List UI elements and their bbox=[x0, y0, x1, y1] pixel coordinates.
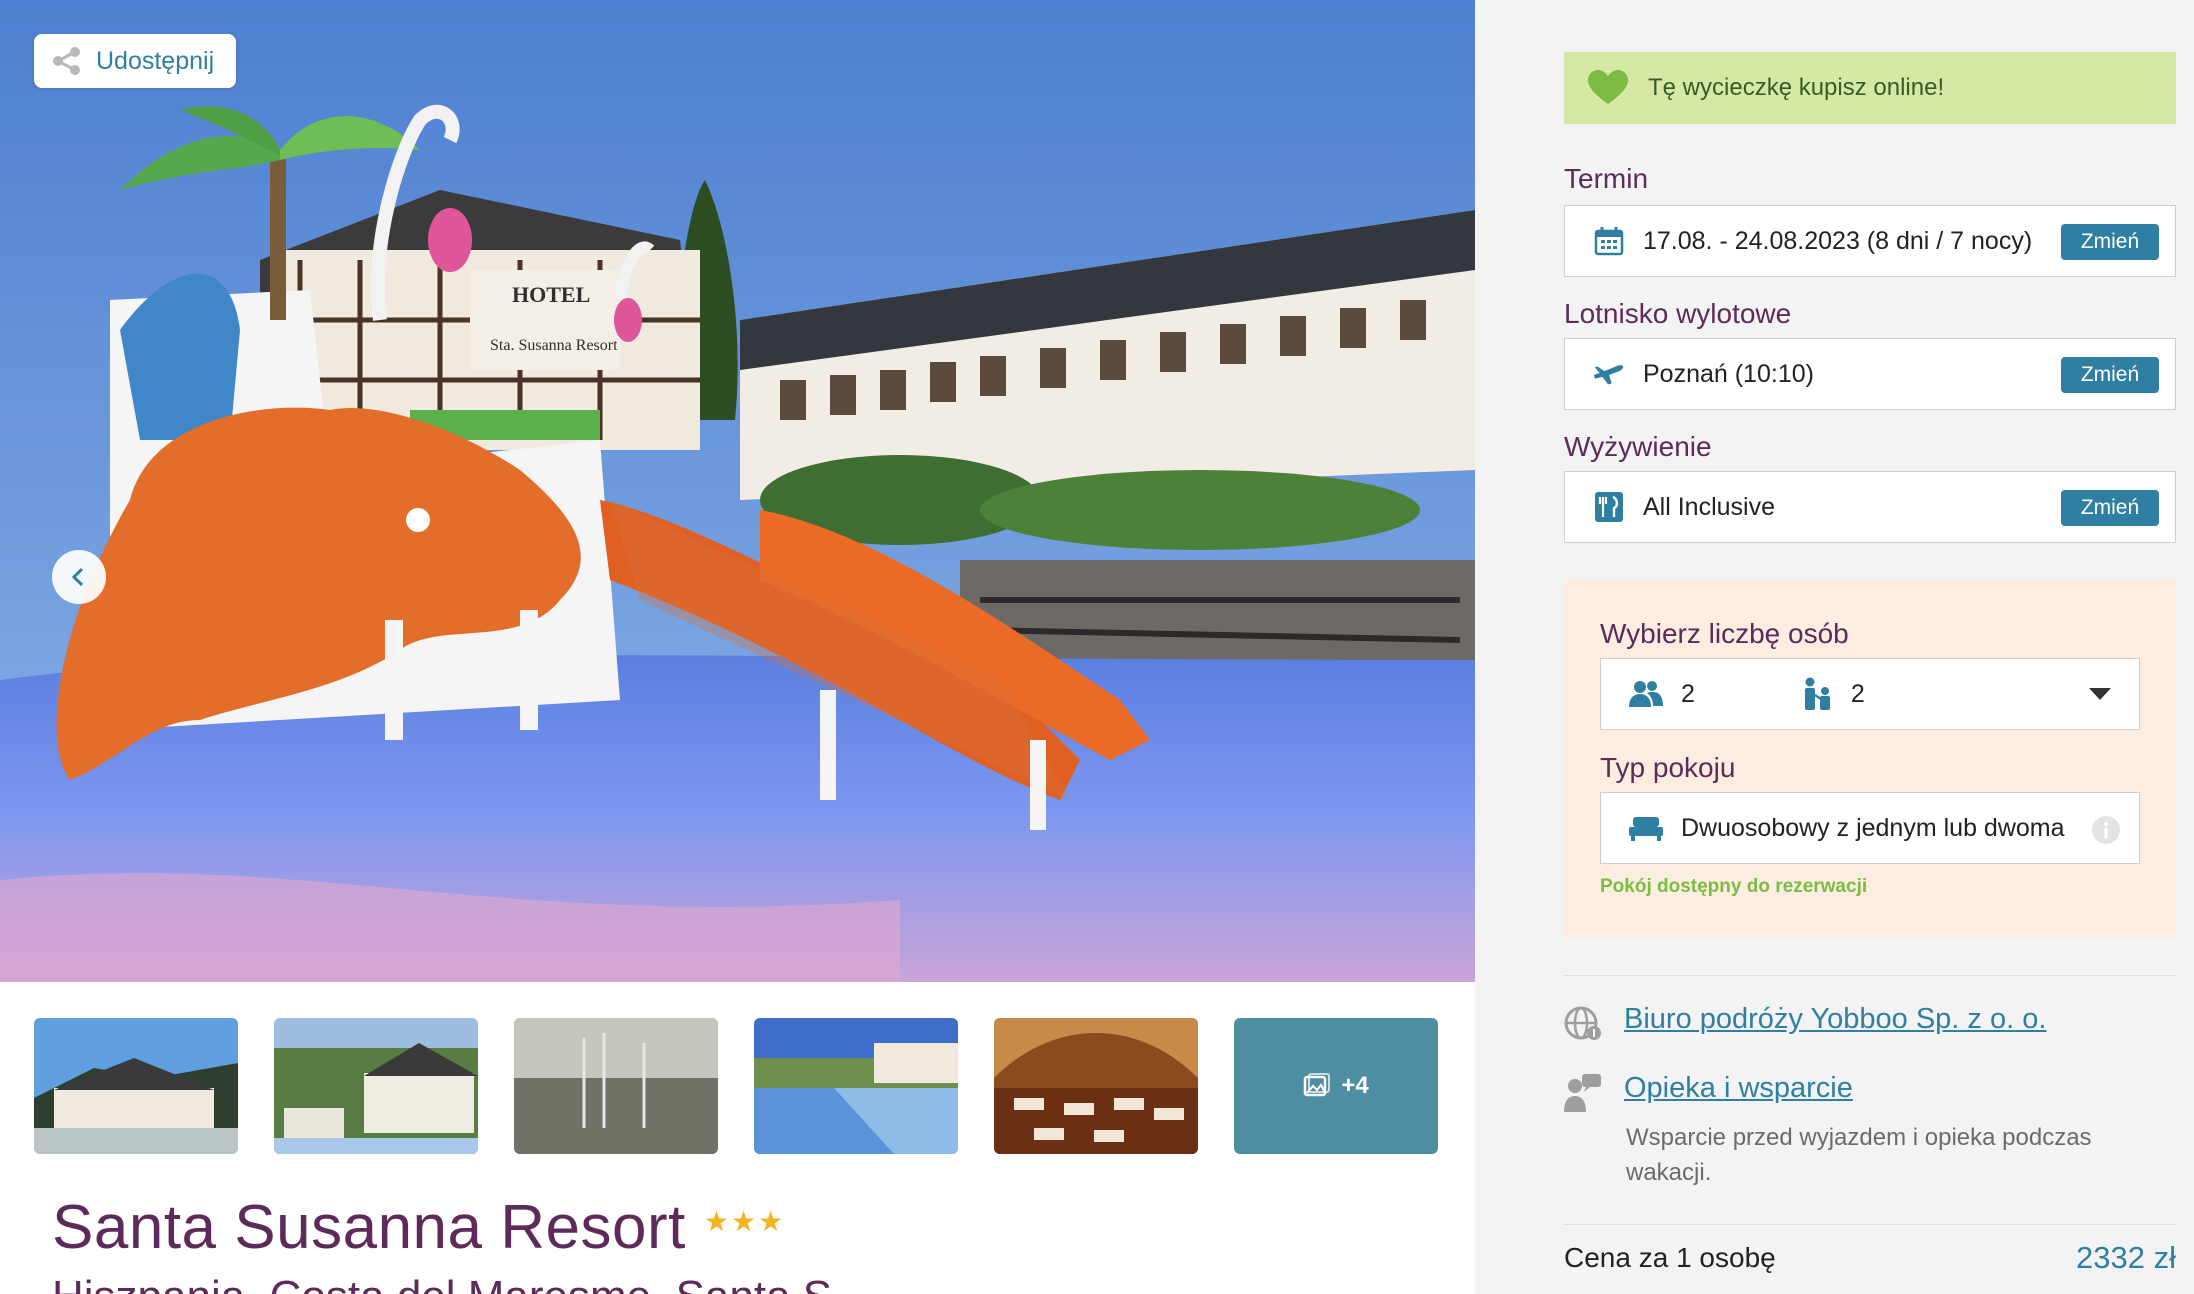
price-value: 2332 zł bbox=[2076, 1240, 2176, 1275]
board-value: All Inclusive bbox=[1643, 492, 1775, 521]
more-photos-count: +4 bbox=[1341, 1072, 1369, 1099]
divider bbox=[1564, 975, 2176, 976]
support-row: Opieka i wsparcie bbox=[1564, 1072, 1853, 1112]
share-button[interactable]: Udostępnij bbox=[34, 34, 236, 88]
adults-icon bbox=[1629, 680, 1663, 708]
more-photos-button[interactable]: +4 bbox=[1234, 1018, 1438, 1154]
hotel-location[interactable]: Hiszpania, Costa del Maresme, Santa S... bbox=[52, 1272, 869, 1294]
hotel-content: HOTEL Sta. Susanna Resort Udostępnij +4 … bbox=[0, 0, 1475, 1294]
support-description: Wsparcie przed wyjazdem i opieka podczas… bbox=[1626, 1124, 2092, 1186]
globe-icon bbox=[1564, 1006, 1601, 1040]
support-link[interactable]: Opieka i wsparcie bbox=[1624, 1072, 1853, 1105]
hotel-sign: HOTEL bbox=[512, 282, 590, 307]
thumbnail-3[interactable] bbox=[514, 1018, 718, 1154]
thumbnail-4[interactable] bbox=[754, 1018, 958, 1154]
divider bbox=[1564, 1224, 2176, 1225]
adults-count: 2 bbox=[1681, 679, 1695, 708]
photo-thumbnails: +4 bbox=[34, 1018, 1438, 1154]
cutlery-icon bbox=[1593, 491, 1625, 523]
online-banner-text: Tę wycieczkę kupisz online! bbox=[1648, 74, 1945, 101]
term-field[interactable]: 17.08. - 24.08.2023 (8 dni / 7 nocy) Zmi… bbox=[1564, 205, 2176, 277]
calendar-icon bbox=[1593, 226, 1625, 256]
room-type-label: Typ pokoju bbox=[1600, 752, 1736, 783]
gallery-icon bbox=[1304, 1073, 1331, 1097]
support-icon bbox=[1564, 1074, 1601, 1112]
thumbnail-2[interactable] bbox=[274, 1018, 478, 1154]
change-board-button[interactable]: Zmień bbox=[2061, 490, 2159, 526]
hero-image: HOTEL Sta. Susanna Resort bbox=[0, 0, 1475, 982]
thumbnail-image bbox=[274, 1018, 478, 1154]
term-label: Termin bbox=[1564, 163, 1649, 194]
persons-room-panel: Wybierz liczbę osób 2 2 Typ pokoju Dwuos… bbox=[1564, 580, 2176, 938]
room-type-value: Dwuosobowy z jednym lub dwoma bbox=[1681, 813, 2065, 842]
thumbnail-5[interactable] bbox=[994, 1018, 1198, 1154]
children-count: 2 bbox=[1850, 679, 1865, 708]
airport-field[interactable]: Poznań (10:10) Zmień bbox=[1564, 338, 2176, 410]
thumbnail-image bbox=[754, 1018, 958, 1154]
thumbnail-image bbox=[34, 1018, 238, 1154]
hotel-heading: Santa Susanna Resort ★★★ bbox=[52, 1192, 785, 1263]
change-airport-button[interactable]: Zmień bbox=[2061, 357, 2159, 393]
thumbnail-1[interactable] bbox=[34, 1018, 238, 1154]
airport-label: Lotnisko wylotowe bbox=[1564, 298, 1792, 329]
persons-label: Wybierz liczbę osób bbox=[1600, 618, 1849, 649]
agency-link[interactable]: Biuro podróży Yobboo Sp. z o. o. bbox=[1624, 1003, 2046, 1036]
change-term-button[interactable]: Zmień bbox=[2061, 224, 2159, 260]
term-value: 17.08. - 24.08.2023 (8 dni / 7 nocy) bbox=[1643, 226, 2033, 255]
hotel-stars: ★★★ bbox=[703, 1206, 786, 1237]
page: HOTEL Sta. Susanna Resort Udostępnij +4 … bbox=[0, 0, 2194, 1294]
agency-row: Biuro podróży Yobboo Sp. z o. o. bbox=[1564, 1003, 2046, 1043]
dropdown-arrow-icon[interactable] bbox=[2089, 688, 2111, 700]
plane-icon bbox=[1593, 361, 1625, 387]
board-label: Wyżywienie bbox=[1564, 431, 1712, 462]
thumbnail-image bbox=[994, 1018, 1198, 1154]
previous-photo-button[interactable] bbox=[52, 550, 106, 604]
thumbnail-image bbox=[514, 1018, 718, 1154]
price-label: Cena za 1 osobę bbox=[1564, 1242, 1776, 1273]
persons-select[interactable]: 2 2 bbox=[1600, 658, 2140, 730]
price-row: Cena za 1 osobę 2332 zł bbox=[1564, 1240, 2176, 1276]
room-availability: Pokój dostępny do rezerwacji bbox=[1600, 876, 1868, 897]
airport-value: Poznań (10:10) bbox=[1643, 359, 1814, 388]
hotel-sign-name: Sta. Susanna Resort bbox=[490, 337, 618, 354]
children-icon bbox=[1801, 677, 1835, 711]
heart-icon bbox=[1588, 70, 1628, 104]
share-label: Udostępnij bbox=[96, 46, 215, 75]
board-field[interactable]: All Inclusive Zmień bbox=[1564, 471, 2176, 543]
room-type-select[interactable]: Dwuosobowy z jednym lub dwoma bbox=[1600, 792, 2140, 864]
share-icon bbox=[53, 47, 80, 75]
hotel-name: Santa Susanna Resort bbox=[52, 1193, 686, 1262]
chevron-left-icon bbox=[71, 567, 84, 587]
hero-photo[interactable]: HOTEL Sta. Susanna Resort Udostępnij bbox=[0, 0, 1475, 982]
info-icon[interactable] bbox=[2091, 815, 2121, 845]
bed-icon bbox=[1629, 815, 1663, 841]
online-purchase-banner: Tę wycieczkę kupisz online! bbox=[1564, 52, 2176, 124]
